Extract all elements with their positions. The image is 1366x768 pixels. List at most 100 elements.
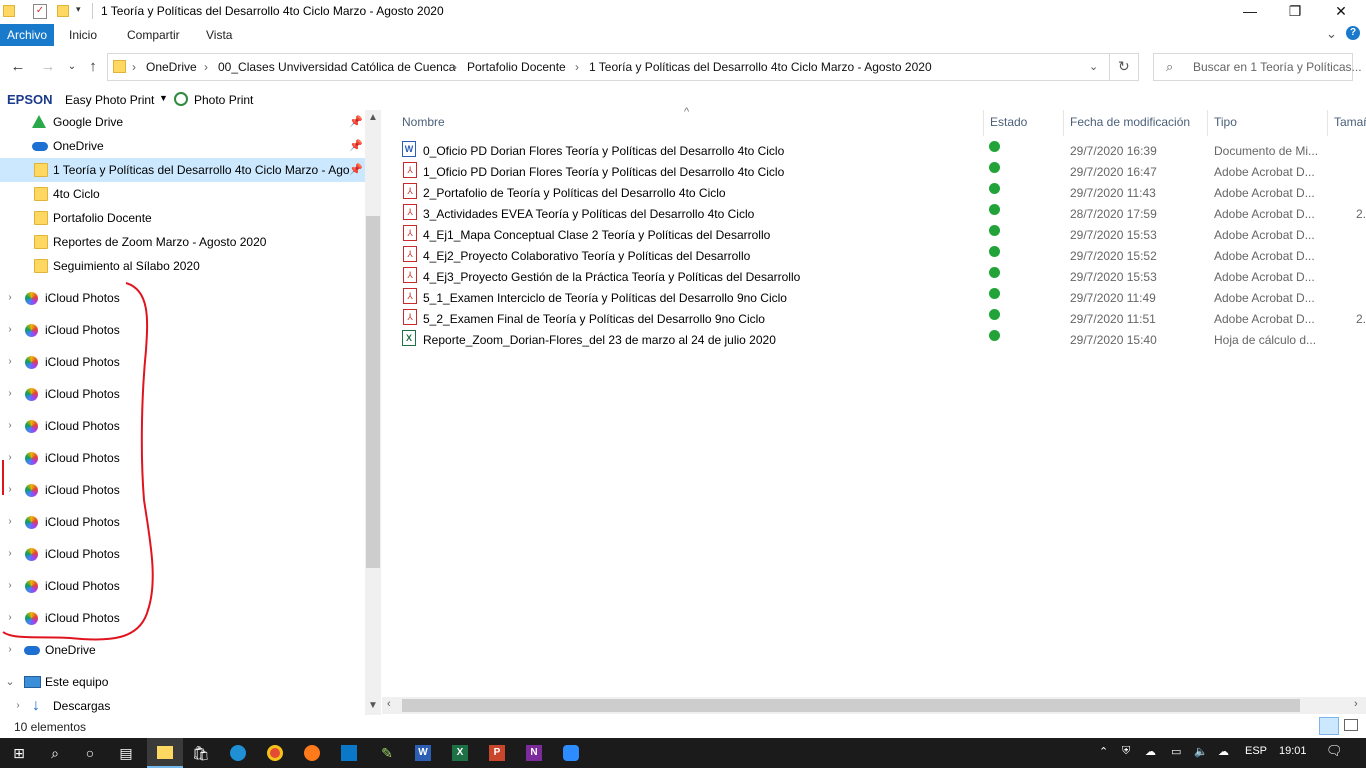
column-header-status[interactable]: Estado — [990, 115, 1027, 129]
onenote-icon[interactable]: N — [526, 745, 542, 761]
expand-chevron-icon[interactable]: › — [5, 350, 15, 374]
search-box[interactable]: ⌕ Buscar en 1 Teoría y Políticas... — [1153, 53, 1362, 81]
column-header-size[interactable]: Tamañ — [1334, 115, 1366, 129]
address-dropdown-icon[interactable]: ⌄ — [1089, 60, 1098, 73]
back-arrow-icon[interactable]: ← — [9, 58, 27, 76]
expand-chevron-icon[interactable]: › — [5, 510, 15, 534]
nav-item-icloud-photos[interactable]: › iCloud Photos — [0, 606, 365, 630]
photo-print-button[interactable]: Photo Print — [194, 93, 253, 107]
refresh-icon[interactable]: ↻ — [1118, 58, 1130, 75]
column-header-modified[interactable]: Fecha de modificación — [1070, 115, 1190, 129]
details-view-icon[interactable] — [1319, 717, 1339, 735]
windows-start-icon[interactable]: ⊞ — [9, 743, 29, 763]
expand-chevron-icon[interactable]: › — [5, 638, 15, 662]
nav-item-icloud-photos[interactable]: › iCloud Photos — [0, 414, 365, 438]
recent-locations-chevron-icon[interactable]: ⌄ — [63, 58, 81, 76]
large-icons-view-icon[interactable] — [1344, 719, 1358, 731]
excel-icon[interactable]: X — [452, 745, 468, 761]
tab-compartir[interactable]: Compartir — [120, 24, 187, 46]
pin-icon[interactable]: 📌 — [349, 134, 363, 158]
nav-item-icloud-photos[interactable]: › iCloud Photos — [0, 350, 365, 374]
file-row[interactable]: X Reporte_Zoom_Dorian-Flores_del 23 de ma… — [382, 330, 1366, 351]
tab-inicio[interactable]: Inicio — [62, 24, 104, 46]
breadcrumb-separator[interactable]: › — [575, 60, 579, 74]
help-icon[interactable]: ? — [1346, 26, 1360, 40]
scroll-down-icon[interactable]: ▼ — [368, 700, 378, 711]
scroll-up-icon[interactable]: ▲ — [368, 112, 378, 123]
expand-chevron-icon[interactable]: › — [5, 318, 15, 342]
breadcrumb-current-folder[interactable]: 1 Teoría y Políticas del Desarrollo 4to … — [589, 60, 932, 74]
word-icon[interactable]: W — [415, 745, 431, 761]
file-row[interactable]: ⅄ 5_2_Examen Final de Teoría y Políticas … — [382, 309, 1366, 330]
expand-chevron-icon[interactable]: › — [5, 478, 15, 502]
firefox-icon[interactable] — [304, 745, 320, 761]
address-bar[interactable]: › OneDrive › 00_Clases Unviversidad Cató… — [107, 53, 1139, 81]
nav-item-icloud-photos[interactable]: › iCloud Photos — [0, 446, 365, 470]
language-indicator[interactable]: ESP — [1245, 745, 1267, 757]
file-row[interactable]: W 0_Oficio PD Dorian Flores Teoría y Polí… — [382, 141, 1366, 162]
nav-item-icloud-photos[interactable]: › iCloud Photos — [0, 510, 365, 534]
nav-item-4to-ciclo[interactable]: 4to Ciclo — [0, 182, 365, 206]
nav-item-google-drive[interactable]: Google Drive 📌 — [0, 110, 365, 134]
column-divider[interactable] — [1207, 110, 1208, 136]
collapse-chevron-icon[interactable]: ⌄ — [5, 670, 15, 694]
properties-icon[interactable]: ✓ — [33, 4, 47, 19]
file-row[interactable]: ⅄ 4_Ej1_Mapa Conceptual Clase 2 Teoría y … — [382, 225, 1366, 246]
expand-ribbon-icon[interactable]: ⌄ — [1326, 26, 1337, 42]
file-row[interactable]: ⅄ 5_1_Examen Interciclo de Teoría y Polít… — [382, 288, 1366, 309]
breadcrumb-separator[interactable]: › — [453, 60, 457, 74]
scroll-right-icon[interactable]: › — [1354, 698, 1358, 710]
store-icon[interactable]: 🛍 — [191, 743, 211, 763]
pin-icon[interactable]: 📌 — [349, 110, 363, 134]
expand-chevron-icon[interactable]: › — [5, 606, 15, 630]
nav-item-current-folder[interactable]: 1 Teoría y Políticas del Desarrollo 4to … — [0, 158, 365, 182]
expand-chevron-icon[interactable]: › — [5, 382, 15, 406]
breadcrumb-onedrive[interactable]: OneDrive — [146, 60, 197, 74]
new-folder-icon[interactable] — [57, 5, 69, 17]
nav-item-icloud-photos[interactable]: › iCloud Photos — [0, 318, 365, 342]
tab-vista[interactable]: Vista — [199, 24, 239, 46]
nav-item-icloud-photos[interactable]: › iCloud Photos — [0, 382, 365, 406]
file-row[interactable]: ⅄ 3_Actividades EVEA Teoría y Políticas d… — [382, 204, 1366, 225]
breadcrumb-portafolio[interactable]: Portafolio Docente — [467, 60, 566, 74]
breadcrumb-separator[interactable]: › — [132, 60, 136, 74]
file-row[interactable]: ⅄ 4_Ej2_Proyecto Colaborativo Teoría y Po… — [382, 246, 1366, 267]
search-icon[interactable]: ⌕ — [45, 743, 65, 763]
scroll-left-icon[interactable]: ‹ — [387, 698, 391, 710]
easy-photo-print-dropdown-icon[interactable]: ▼ — [159, 93, 168, 103]
notifications-icon[interactable]: 🗨 — [1326, 743, 1343, 759]
column-header-name[interactable]: Nombre — [402, 115, 445, 129]
tray-expand-icon[interactable]: ⌃ — [1099, 745, 1108, 758]
pin-icon[interactable]: 📌 — [349, 158, 363, 182]
nav-item-portafolio-docente[interactable]: Portafolio Docente — [0, 206, 365, 230]
expand-chevron-icon[interactable]: › — [5, 414, 15, 438]
nav-item-reportes-zoom[interactable]: Reportes de Zoom Marzo - Agosto 2020 — [0, 230, 365, 254]
onedrive-tray-icon[interactable]: ☁ — [1218, 745, 1229, 758]
nav-item-onedrive[interactable]: OneDrive 📌 — [0, 134, 365, 158]
expand-chevron-icon[interactable]: › — [5, 574, 15, 598]
file-explorer-taskbar-button[interactable] — [147, 738, 183, 768]
expand-chevron-icon[interactable]: › — [5, 542, 15, 566]
nav-item-icloud-photos[interactable]: › iCloud Photos — [0, 542, 365, 566]
clock[interactable]: 19:01 — [1279, 745, 1307, 757]
expand-chevron-icon[interactable]: › — [5, 286, 15, 310]
minimize-button[interactable]: — — [1227, 0, 1273, 24]
battery-icon[interactable]: ▭ — [1171, 745, 1181, 758]
trello-icon[interactable] — [341, 745, 357, 761]
expand-chevron-icon[interactable]: › — [5, 446, 15, 470]
nav-item-this-pc[interactable]: ⌄ Este equipo — [0, 670, 365, 694]
zoom-icon[interactable] — [563, 745, 579, 761]
file-row[interactable]: ⅄ 1_Oficio PD Dorian Flores Teoría y Polí… — [382, 162, 1366, 183]
forward-arrow-icon[interactable]: → — [39, 58, 57, 76]
breadcrumb-separator[interactable]: › — [204, 60, 208, 74]
nav-item-icloud-photos[interactable]: › iCloud Photos — [0, 478, 365, 502]
up-arrow-icon[interactable]: ↑ — [84, 58, 102, 76]
nav-scrollbar-thumb[interactable] — [366, 216, 380, 568]
task-view-icon[interactable]: ▤ — [116, 743, 136, 763]
column-divider[interactable] — [1063, 110, 1064, 136]
maximize-button[interactable]: ❐ — [1272, 0, 1318, 24]
breadcrumb-clases[interactable]: 00_Clases Unviversidad Católica de Cuenc… — [218, 60, 455, 74]
file-row[interactable]: ⅄ 2_Portafolio de Teoría y Políticas del … — [382, 183, 1366, 204]
chrome-icon[interactable] — [267, 745, 283, 761]
cloud-sync-icon[interactable]: ☁ — [1145, 745, 1156, 758]
